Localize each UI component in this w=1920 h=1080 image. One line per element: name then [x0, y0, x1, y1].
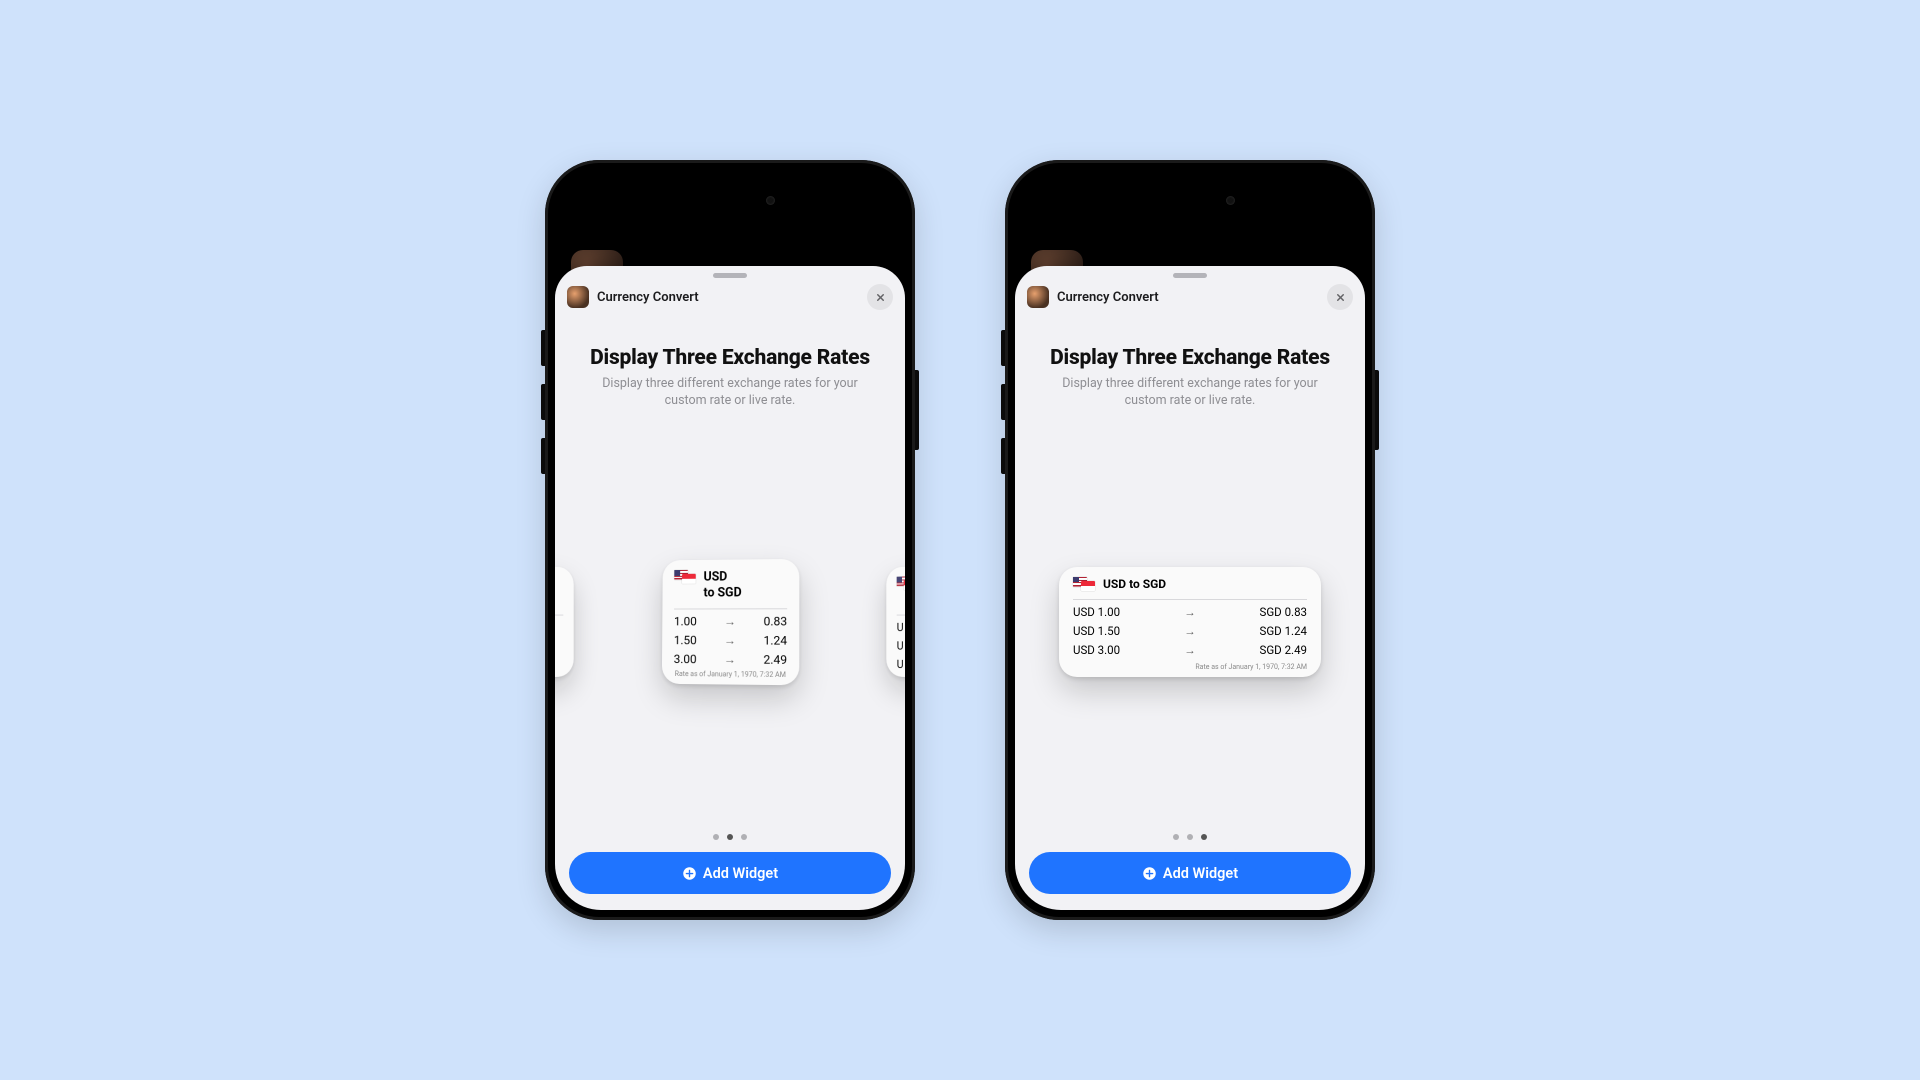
- currency-flags-icon: [1073, 577, 1095, 591]
- rate-row: USD 1.00 → SGD 0.83: [1073, 600, 1307, 619]
- app-name-label: Currency Convert: [1057, 290, 1327, 305]
- widget-medium-header: USD to SGD: [1073, 577, 1307, 600]
- rate-timestamp: Rate as of January 1, 1970, 7:32 AM: [674, 670, 787, 679]
- page-indicator: [1015, 834, 1365, 840]
- add-widget-label: Add Widget: [703, 865, 778, 882]
- app-name-label: Currency Convert: [597, 290, 867, 305]
- page-dot: [1173, 834, 1179, 840]
- add-widget-button[interactable]: Add Widget: [569, 852, 891, 894]
- widget-preview-peek-right[interactable]: U U U: [886, 563, 905, 681]
- page-dot-active: [727, 834, 733, 840]
- close-icon: [1335, 292, 1346, 303]
- dynamic-island: [1135, 184, 1245, 216]
- rate-from: 1.50: [674, 633, 697, 647]
- rate-to: SGD 0.83: [1260, 605, 1307, 619]
- rate-from: USD 1.00: [1073, 605, 1120, 619]
- phone-screen: Currency Convert Display Three Exchange …: [1015, 170, 1365, 910]
- phone-mockup-left: Currency Convert Display Three Exchange …: [545, 160, 915, 920]
- sheet-title: Display Three Exchange Rates: [1015, 346, 1365, 370]
- arrow-right-icon: →: [1184, 624, 1196, 638]
- rate-row: 1.50 → 1.24: [674, 628, 787, 647]
- rate-to: SGD 1.24: [1260, 624, 1307, 638]
- rate-row: USD 1.50 → SGD 1.24: [1073, 619, 1307, 638]
- rate-row: 1.00 → 0.83: [674, 609, 787, 628]
- widget-gallery-sheet: Currency Convert Display Three Exchange …: [555, 266, 905, 910]
- widget-preview-peek-left[interactable]: [555, 563, 574, 681]
- sheet-header: Currency Convert: [1015, 278, 1365, 318]
- widget-preview-medium[interactable]: USD to SGD USD 1.00 → SGD 0.83 USD 1.50 …: [1059, 567, 1321, 677]
- sheet-title: Display Three Exchange Rates: [555, 346, 905, 370]
- phone-mockup-right: Currency Convert Display Three Exchange …: [1005, 160, 1375, 920]
- arrow-right-icon: →: [724, 633, 736, 647]
- widget-carousel[interactable]: USD to SGD 1.00 → 0.83 1.50 → 1.24: [555, 410, 905, 834]
- rate-from: 3.00: [674, 652, 697, 666]
- page-dot: [741, 834, 747, 840]
- arrow-right-icon: →: [1184, 605, 1196, 619]
- widget-medium-title: USD to SGD: [1103, 577, 1166, 591]
- sheet-header: Currency Convert: [555, 278, 905, 318]
- sheet-subtitle: Display three different exchange rates f…: [1043, 376, 1337, 410]
- rate-to: 0.83: [764, 614, 788, 628]
- widget-small-title: USD to SGD: [703, 569, 741, 600]
- rate-row: 3.00 → 2.49: [674, 647, 787, 667]
- close-button[interactable]: [1327, 284, 1353, 310]
- page-dot-active: [1201, 834, 1207, 840]
- flag-sgd-icon: [682, 574, 696, 584]
- rate-row: USD 3.00 → SGD 2.49: [1073, 638, 1307, 657]
- arrow-right-icon: →: [724, 614, 736, 628]
- rate-to: 1.24: [763, 634, 787, 648]
- flag-sgd-icon: [1081, 581, 1095, 591]
- close-button[interactable]: [867, 284, 893, 310]
- widget-carousel[interactable]: USD to SGD USD 1.00 → SGD 0.83 USD 1.50 …: [1015, 410, 1365, 834]
- plus-circle-icon: [1142, 866, 1157, 881]
- add-widget-button[interactable]: Add Widget: [1029, 852, 1351, 894]
- rate-from: 1.00: [674, 615, 697, 629]
- rate-timestamp: Rate as of January 1, 1970, 7:32 AM: [1073, 663, 1307, 671]
- rate-to: 2.49: [763, 653, 787, 667]
- dynamic-island: [675, 184, 785, 216]
- app-icon: [567, 286, 589, 308]
- sheet-subtitle: Display three different exchange rates f…: [583, 376, 877, 410]
- widget-small-header: USD to SGD: [674, 569, 787, 610]
- currency-flags-icon: [674, 570, 696, 584]
- rate-from: USD 1.50: [1073, 624, 1120, 638]
- page-dot: [713, 834, 719, 840]
- plus-circle-icon: [682, 866, 697, 881]
- app-icon: [1027, 286, 1049, 308]
- rate-from: USD 3.00: [1073, 643, 1120, 657]
- widget-gallery-sheet: Currency Convert Display Three Exchange …: [1015, 266, 1365, 910]
- add-widget-label: Add Widget: [1163, 865, 1238, 882]
- page-indicator: [555, 834, 905, 840]
- arrow-right-icon: →: [1184, 643, 1196, 657]
- rate-to: SGD 2.49: [1260, 643, 1307, 657]
- widget-preview-small[interactable]: USD to SGD 1.00 → 0.83 1.50 → 1.24: [662, 559, 800, 686]
- arrow-right-icon: →: [724, 652, 736, 666]
- page-dot: [1187, 834, 1193, 840]
- close-icon: [875, 292, 886, 303]
- phone-screen: Currency Convert Display Three Exchange …: [555, 170, 905, 910]
